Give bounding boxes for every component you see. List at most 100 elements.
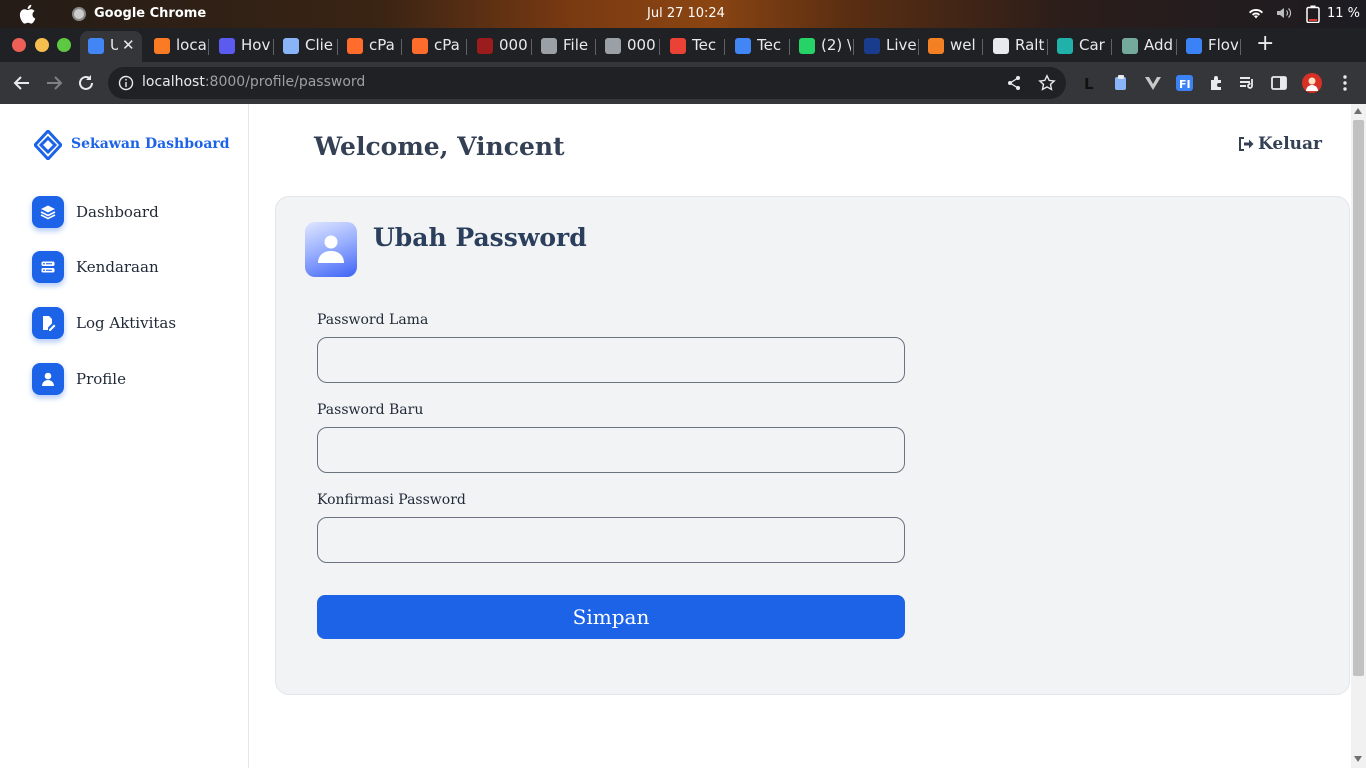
- active-app-name[interactable]: Google Chrome: [94, 6, 206, 21]
- tab-title: Tec: [692, 36, 717, 54]
- browser-tab[interactable]: (2) \: [791, 31, 854, 62]
- tab-title: 000: [627, 36, 656, 54]
- brand-logo-icon: [34, 130, 62, 160]
- browser-menu-icon[interactable]: [1336, 74, 1354, 92]
- sidebar-item-log-aktivitas[interactable]: Log Aktivitas: [32, 307, 232, 339]
- tab-separator: [337, 39, 338, 55]
- volume-icon[interactable]: [1276, 6, 1292, 20]
- forward-icon[interactable]: [44, 73, 64, 93]
- github-icon: [993, 38, 1009, 54]
- tab-title: 000: [499, 36, 528, 54]
- live-icon: [864, 38, 880, 54]
- home-icon: [283, 38, 299, 54]
- media-queue-icon[interactable]: [1238, 74, 1256, 92]
- minimize-window-button[interactable]: [35, 38, 49, 52]
- new-password-input[interactable]: [317, 427, 905, 473]
- save-button[interactable]: Simpan: [317, 595, 905, 639]
- globe-icon: [605, 38, 621, 54]
- maximize-window-button[interactable]: [57, 38, 71, 52]
- browser-tab[interactable]: cPa: [404, 31, 467, 62]
- sidebar-item-label: Kendaraan: [76, 258, 159, 276]
- back-icon[interactable]: [12, 73, 32, 93]
- system-clock[interactable]: Jul 27 10:24: [647, 6, 725, 21]
- sidebar: Sekawan Dashboard Dashboard Kendaraan Lo…: [0, 104, 249, 768]
- tab-title: (2) \: [821, 36, 851, 54]
- browser-tab[interactable]: cPa: [339, 31, 402, 62]
- tab-title: cPa: [434, 36, 460, 54]
- webhost-icon: [477, 38, 493, 54]
- flow-icon: [1186, 38, 1202, 54]
- tab-title: Hov: [241, 36, 271, 54]
- tab-title: Live: [886, 36, 916, 54]
- reload-icon[interactable]: [76, 73, 96, 93]
- close-window-button[interactable]: [12, 38, 26, 52]
- browser-tab[interactable]: U ✕: [80, 31, 142, 62]
- new-tab-button[interactable]: +: [1256, 33, 1274, 55]
- server-icon: [32, 251, 64, 283]
- page-scrollbar[interactable]: [1351, 104, 1366, 768]
- browser-tab[interactable]: 000: [469, 31, 532, 62]
- user-avatar-icon: [305, 222, 357, 277]
- wifi-icon[interactable]: [1248, 6, 1264, 20]
- logout-label: Keluar: [1258, 134, 1323, 154]
- browser-tab[interactable]: Tec: [662, 31, 725, 62]
- tab-separator: [1176, 39, 1177, 55]
- old-password-input[interactable]: [317, 337, 905, 383]
- browser-tab[interactable]: Ralt: [985, 31, 1048, 62]
- extension-l-icon[interactable]: L: [1080, 74, 1098, 92]
- side-panel-icon[interactable]: [1270, 74, 1288, 92]
- tab-separator: [724, 39, 725, 55]
- browser-tab[interactable]: Clie: [275, 31, 338, 62]
- browser-tab[interactable]: loca: [146, 31, 209, 62]
- brand-name: Sekawan Dashboard: [71, 136, 230, 152]
- browser-tab[interactable]: Flov: [1178, 31, 1241, 62]
- browser-tab[interactable]: wel: [920, 31, 983, 62]
- extension-clipboard-icon[interactable]: [1112, 74, 1130, 92]
- browser-tab[interactable]: 000: [597, 31, 660, 62]
- tab-separator: [531, 39, 532, 55]
- scroll-down-arrow-icon[interactable]: [1354, 756, 1362, 762]
- extension-vue-icon[interactable]: [1144, 74, 1162, 92]
- new-password-label: Password Baru: [317, 402, 424, 418]
- sidebar-item-kendaraan[interactable]: Kendaraan: [32, 251, 232, 283]
- extension-fi-icon[interactable]: FI: [1176, 74, 1194, 92]
- tab-title: Ralt: [1015, 36, 1045, 54]
- extensions-puzzle-icon[interactable]: [1208, 74, 1226, 92]
- browser-tab[interactable]: Live: [856, 31, 919, 62]
- tab-separator: [401, 39, 402, 55]
- sidebar-item-profile[interactable]: Profile: [32, 363, 232, 395]
- battery-icon[interactable]: [1306, 5, 1320, 23]
- tab-separator: [982, 39, 983, 55]
- bookmark-star-icon[interactable]: [1038, 74, 1056, 92]
- browser-tab[interactable]: File: [533, 31, 596, 62]
- tab-title: wel: [950, 36, 976, 54]
- site-info-icon[interactable]: [118, 75, 134, 91]
- profile-avatar-icon[interactable]: [1302, 73, 1322, 93]
- layers-icon: [32, 196, 64, 228]
- tab-title: Clie: [305, 36, 334, 54]
- tab-title: File: [563, 36, 589, 54]
- url-text[interactable]: localhost:8000/profile/password: [142, 74, 365, 90]
- browser-tab[interactable]: Add: [1114, 31, 1177, 62]
- browser-tab[interactable]: Car: [1049, 31, 1112, 62]
- file-edit-icon: [32, 307, 64, 339]
- scroll-up-arrow-icon[interactable]: [1354, 108, 1362, 114]
- chrome-app-icon: [72, 7, 86, 21]
- browser-tab[interactable]: Hov: [211, 31, 274, 62]
- sidebar-item-dashboard[interactable]: Dashboard: [32, 196, 232, 228]
- close-tab-icon[interactable]: ✕: [122, 36, 135, 54]
- share-icon[interactable]: [1006, 75, 1022, 91]
- tab-separator: [273, 39, 274, 55]
- browser-tab[interactable]: Tec: [727, 31, 790, 62]
- app-icon: [1057, 38, 1073, 54]
- address-bar[interactable]: localhost:8000/profile/password: [108, 67, 1066, 99]
- tab-separator: [853, 39, 854, 55]
- tab-separator: [595, 39, 596, 55]
- svg-text:FI: FI: [1179, 78, 1191, 91]
- old-password-label: Password Lama: [317, 312, 429, 328]
- scrollbar-thumb[interactable]: [1353, 120, 1364, 676]
- terminal-icon: [219, 38, 235, 54]
- confirm-password-input[interactable]: [317, 517, 905, 563]
- apple-icon[interactable]: [18, 4, 36, 24]
- user-icon: [32, 363, 64, 395]
